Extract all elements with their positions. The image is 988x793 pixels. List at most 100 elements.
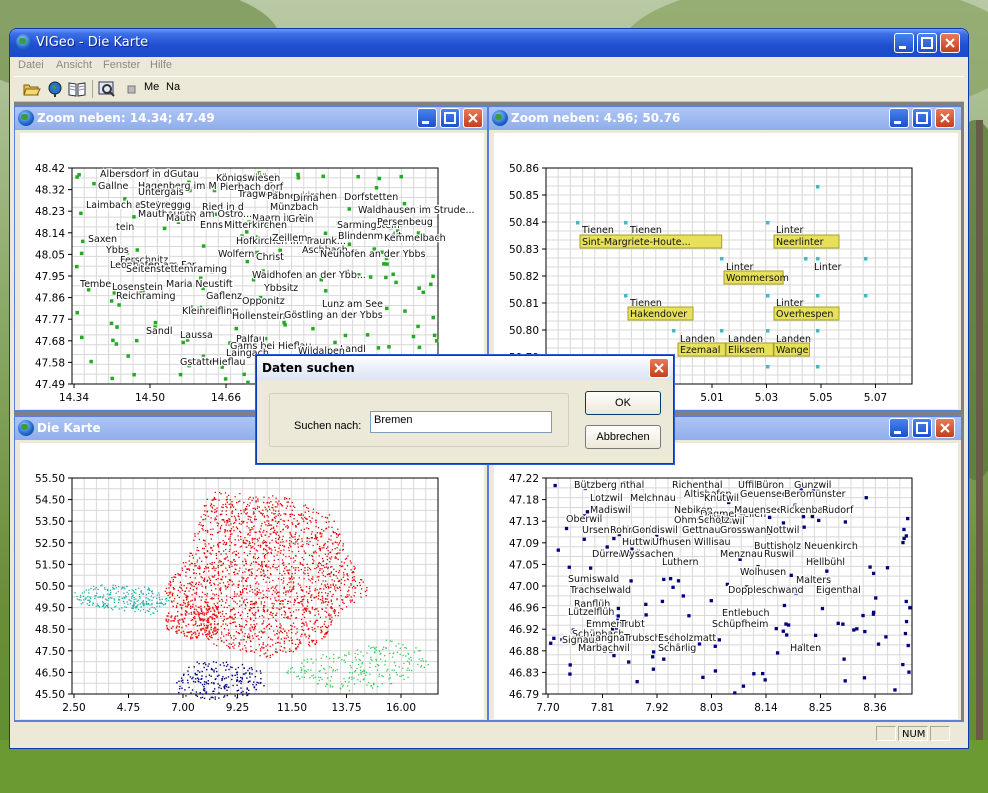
switzerland-place — [254, 675, 257, 678]
switzerland-place — [208, 674, 211, 676]
germany-place — [213, 610, 216, 613]
austria-place — [345, 654, 347, 657]
place-label: Luthern — [662, 557, 699, 568]
austria-place — [381, 675, 383, 677]
place-point — [135, 338, 139, 343]
place-point — [906, 516, 910, 521]
germany-place — [280, 627, 282, 629]
germany-place — [226, 501, 228, 503]
germany-place — [336, 547, 338, 549]
maximize-button[interactable] — [917, 33, 937, 53]
belgium-place — [102, 597, 104, 599]
germany-place — [302, 609, 304, 611]
zoom-window-belgium-titlebar: Zoom neben: 4.96; 50.76 — [489, 107, 961, 130]
close-button[interactable] — [940, 33, 960, 53]
close-button[interactable] — [463, 108, 483, 128]
germany-place — [263, 541, 266, 543]
germany-place — [211, 631, 214, 633]
austria-place — [396, 651, 399, 653]
germany-place — [249, 531, 251, 533]
germany-place — [290, 513, 292, 515]
map-plot[interactable]: 55.50 54.50 53.50 52.50 51.50 50.50 49.50 48.50… — [20, 443, 484, 719]
dialog-close-button[interactable] — [649, 358, 669, 378]
search-input[interactable]: Bremen — [370, 411, 552, 433]
zoom-search-icon[interactable] — [97, 79, 117, 99]
germany-place — [295, 633, 297, 635]
na-toggle-button[interactable]: Na — [166, 81, 180, 93]
germany-place — [276, 531, 279, 533]
germany-place — [343, 583, 346, 586]
germany-place — [229, 647, 231, 649]
germany-place — [297, 546, 299, 548]
zoom-plot-switzerland[interactable]: 47.22 47.18 47.13 47.09 47.05 47.00 46.96 46.92… — [494, 443, 958, 719]
minimize-button[interactable] — [894, 33, 914, 53]
belgium-place — [102, 602, 105, 604]
austria-place — [319, 676, 322, 679]
germany-place — [214, 615, 217, 617]
germany-place — [205, 504, 207, 507]
open-folder-icon[interactable] — [22, 79, 42, 99]
germany-place — [261, 597, 263, 599]
place-label: Sandl — [146, 326, 173, 337]
switzerland-place — [236, 684, 238, 687]
germany-place — [255, 601, 257, 603]
germany-place — [263, 611, 266, 613]
germany-place — [262, 590, 264, 592]
germany-place — [264, 506, 266, 508]
menu-hilfe[interactable]: Hilfe — [150, 59, 172, 71]
belgium-place — [90, 587, 92, 590]
germany-place — [339, 540, 342, 542]
austria-place — [373, 682, 375, 684]
germany-place — [334, 614, 337, 617]
germany-place — [260, 525, 262, 527]
germany-place — [268, 623, 271, 625]
germany-place — [262, 631, 265, 633]
germany-place — [301, 625, 303, 628]
germany-place — [334, 532, 336, 534]
close-button[interactable] — [935, 418, 955, 438]
germany-place — [326, 627, 329, 629]
ok-button[interactable]: OK — [585, 391, 661, 415]
germany-place — [196, 549, 198, 552]
germany-place — [274, 591, 276, 593]
book-icon[interactable] — [67, 79, 87, 99]
close-button[interactable] — [935, 108, 955, 128]
switzerland-place — [225, 665, 228, 668]
germany-place — [210, 528, 212, 531]
place-point — [904, 619, 909, 624]
germany-place — [304, 573, 306, 575]
austria-place — [389, 682, 391, 685]
germany-place — [206, 604, 209, 606]
place-label: Reichraming — [116, 291, 176, 302]
maximize-button[interactable] — [912, 108, 932, 128]
germany-place — [246, 621, 248, 623]
place-point — [178, 372, 183, 377]
germany-place — [340, 578, 343, 581]
germany-place — [311, 594, 313, 596]
menu-datei[interactable]: Datei — [18, 59, 44, 71]
cancel-button[interactable]: Abbrechen — [585, 425, 661, 449]
minimize-button[interactable] — [417, 108, 437, 128]
maximize-button[interactable] — [912, 418, 932, 438]
place-label-group: Tienen — [581, 225, 614, 236]
place-point — [283, 323, 287, 327]
maximize-button[interactable] — [440, 108, 460, 128]
germany-place — [292, 651, 294, 653]
germany-place — [298, 569, 300, 572]
germany-place — [307, 510, 310, 512]
minimize-button[interactable] — [889, 418, 909, 438]
menu-fenster[interactable]: Fenster — [103, 59, 140, 71]
me-toggle-button[interactable]: Me — [144, 81, 159, 93]
germany-place — [232, 607, 235, 609]
globe-tool-icon[interactable] — [45, 79, 65, 99]
germany-place — [262, 578, 265, 581]
germany-place — [202, 529, 204, 531]
place-point — [431, 274, 435, 279]
minimize-button[interactable] — [889, 108, 909, 128]
germany-place — [250, 521, 252, 523]
menu-ansicht[interactable]: Ansicht — [56, 59, 92, 71]
germany-place — [204, 540, 206, 542]
germany-place — [275, 497, 277, 499]
small-square-icon[interactable] — [121, 79, 141, 99]
germany-place — [277, 636, 279, 638]
